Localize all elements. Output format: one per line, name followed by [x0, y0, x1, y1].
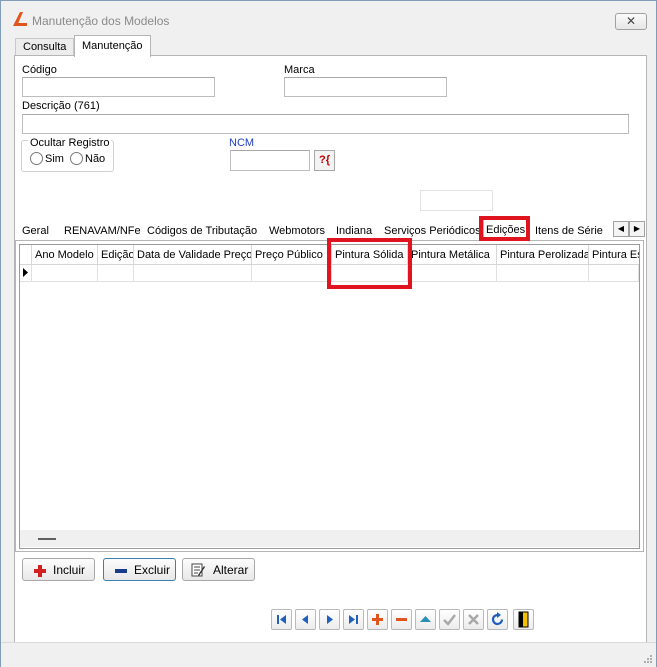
- table-cell[interactable]: [134, 265, 252, 282]
- tab-indiana[interactable]: Indiana: [334, 222, 374, 240]
- last-record-button[interactable]: [343, 609, 364, 630]
- sim-radio[interactable]: [30, 152, 43, 165]
- refresh-button[interactable]: [487, 609, 508, 630]
- edit-record-button[interactable]: [415, 609, 436, 630]
- exit-button[interactable]: [513, 609, 534, 630]
- edicoes-grid[interactable]: Ano Modelo Edição Data de Validade Preço…: [19, 244, 640, 549]
- last-icon: [349, 615, 358, 624]
- resize-grip-icon[interactable]: [642, 653, 654, 665]
- excluir-button[interactable]: Excluir: [103, 558, 176, 581]
- tab-scroll-left-icon[interactable]: ◀: [613, 221, 629, 237]
- column-header[interactable]: Preço Público: [252, 245, 332, 265]
- minus-icon: [115, 569, 127, 573]
- prior-icon: [302, 615, 308, 624]
- ocultar-registro-label: Ocultar Registro: [28, 137, 112, 149]
- edit-document-icon: [191, 563, 205, 577]
- codigo-field[interactable]: [22, 77, 215, 97]
- scroll-grip-icon: [38, 538, 56, 540]
- column-header[interactable]: Pintura Perolizada: [497, 245, 589, 265]
- current-row-icon: [23, 268, 28, 277]
- tab-geral[interactable]: Geral: [20, 222, 51, 240]
- refresh-icon: [491, 612, 504, 626]
- nao-radio[interactable]: [70, 152, 83, 165]
- main-window: Manutenção dos Modelos ✕ Consulta Manute…: [0, 0, 657, 667]
- tab-renavam-nfe[interactable]: RENAVAM/NFe: [62, 222, 143, 240]
- triangle-up-icon: [420, 616, 431, 622]
- tab-codigos-tributacao[interactable]: Códigos de Tributação: [145, 222, 259, 240]
- tab-scroll-right-icon[interactable]: ▶: [629, 221, 645, 237]
- door-exit-icon: [518, 611, 529, 628]
- ncm-field[interactable]: [230, 150, 310, 171]
- row-indicator-header: [20, 245, 32, 265]
- column-header[interactable]: Pintura Es: [589, 245, 639, 265]
- first-record-button[interactable]: [271, 609, 292, 630]
- descricao-field[interactable]: [22, 114, 629, 134]
- post-record-button[interactable]: [439, 609, 460, 630]
- ncm-label: NCM: [229, 137, 255, 149]
- next-record-button[interactable]: [319, 609, 340, 630]
- close-button[interactable]: ✕: [615, 13, 647, 30]
- cancel-record-button[interactable]: [463, 609, 484, 630]
- tab-consulta[interactable]: Consulta: [15, 38, 75, 56]
- prior-record-button[interactable]: [295, 609, 316, 630]
- table-cell[interactable]: [408, 265, 497, 282]
- horizontal-scrollbar[interactable]: [20, 530, 639, 547]
- table-cell[interactable]: [497, 265, 589, 282]
- table-cell[interactable]: [252, 265, 332, 282]
- column-header[interactable]: Pintura Sólida: [332, 245, 408, 265]
- column-header[interactable]: Data de Validade Preço: [134, 245, 252, 265]
- column-header[interactable]: Edição: [98, 245, 134, 265]
- first-icon: [277, 615, 286, 624]
- window-title: Manutenção dos Modelos: [32, 14, 170, 28]
- plus-icon: [372, 614, 383, 625]
- tab-edicoes[interactable]: Edições: [483, 219, 529, 241]
- ncm-lookup-button[interactable]: ?{: [314, 150, 335, 171]
- descricao-label: Descrição (761): [22, 100, 100, 112]
- table-cell[interactable]: [589, 265, 639, 282]
- marca-field[interactable]: [284, 77, 447, 97]
- table-cell[interactable]: [32, 265, 98, 282]
- app-logo-icon: [13, 12, 27, 26]
- sim-label: Sim: [45, 153, 64, 165]
- delete-record-button[interactable]: [391, 609, 412, 630]
- tab-servicos-periodicos[interactable]: Serviços Periódicos: [382, 222, 483, 240]
- nao-label: Não: [85, 153, 106, 165]
- table-cell[interactable]: [332, 265, 408, 282]
- tab-itens-serie[interactable]: Itens de Série: [533, 222, 605, 240]
- lookup-icon: ?{: [319, 154, 330, 166]
- codigo-label: Código: [22, 64, 57, 76]
- marca-label: Marca: [284, 64, 315, 76]
- column-header[interactable]: Ano Modelo: [32, 245, 98, 265]
- table-cell[interactable]: [98, 265, 134, 282]
- insert-record-button[interactable]: [367, 609, 388, 630]
- check-icon: [443, 614, 456, 626]
- title-bar: Manutenção dos Modelos ✕: [1, 1, 656, 35]
- tab-manutencao[interactable]: Manutenção: [74, 35, 151, 57]
- plus-icon: [34, 565, 46, 577]
- incluir-button[interactable]: Incluir: [22, 558, 95, 581]
- alterar-button[interactable]: Alterar: [182, 558, 255, 581]
- row-indicator: [20, 265, 32, 282]
- tab-webmotors[interactable]: Webmotors: [267, 222, 327, 240]
- blank-field: [420, 190, 493, 211]
- minus-icon: [396, 618, 407, 621]
- next-icon: [327, 615, 333, 624]
- status-bar: [1, 642, 656, 667]
- cancel-x-icon: [468, 614, 479, 625]
- column-header[interactable]: Pintura Metálica: [408, 245, 497, 265]
